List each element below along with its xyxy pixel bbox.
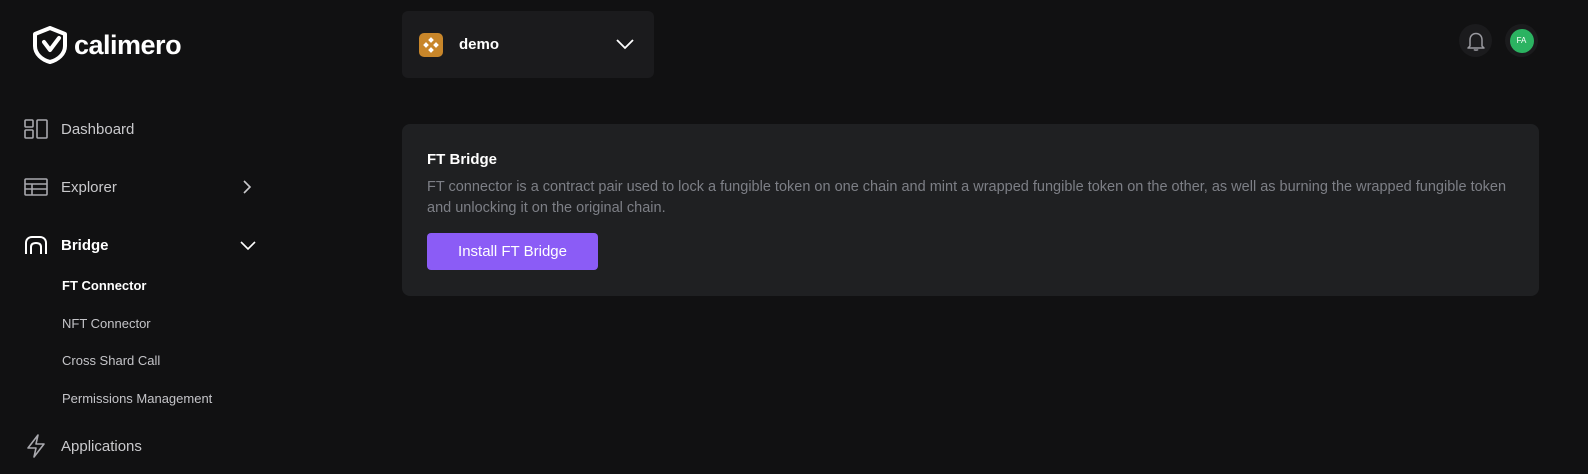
context-selector-value: demo <box>459 36 500 53</box>
brand-logo[interactable]: calimero <box>32 26 182 64</box>
card-description: FT connector is a contract pair used to … <box>427 179 1507 216</box>
sidebar-item-explorer[interactable]: Explorer <box>24 175 117 199</box>
bridge-icon <box>24 233 48 257</box>
bell-icon <box>1466 32 1485 51</box>
chevron-right-icon[interactable] <box>240 180 254 194</box>
install-ft-bridge-button[interactable]: Install FT Bridge <box>427 233 598 270</box>
sidebar-item-dashboard[interactable]: Dashboard <box>24 117 134 141</box>
user-menu-button[interactable]: FA <box>1505 24 1538 57</box>
chevron-down-icon <box>616 39 634 50</box>
sidebar-item-label: Bridge <box>61 236 109 254</box>
sidebar-subitem-ft-connector[interactable]: FT Connector <box>62 278 147 293</box>
sidebar-subitem-permissions-management[interactable]: Permissions Management <box>62 391 212 406</box>
ft-bridge-card: FT Bridge FT connector is a contract pai… <box>402 124 1539 296</box>
sidebar: calimero Dashboard Explorer Bridge FT Co… <box>0 0 290 474</box>
sidebar-item-label: Applications <box>61 437 142 455</box>
shard-logo-icon <box>419 32 443 57</box>
chevron-down-icon[interactable] <box>240 238 256 252</box>
context-selector[interactable]: demo <box>402 11 654 78</box>
avatar: FA <box>1509 28 1534 53</box>
lightning-icon <box>24 434 48 458</box>
sidebar-item-label: Dashboard <box>61 120 135 138</box>
sidebar-subitem-nft-connector[interactable]: NFT Connector <box>62 316 151 331</box>
table-icon <box>24 175 48 199</box>
sidebar-item-applications[interactable]: Applications <box>24 434 142 458</box>
calimero-logo-icon <box>33 26 67 64</box>
sidebar-subitem-cross-shard-call[interactable]: Cross Shard Call <box>62 353 160 368</box>
sidebar-item-bridge[interactable]: Bridge <box>24 233 109 257</box>
dashboard-icon <box>24 117 48 141</box>
notifications-button[interactable] <box>1459 24 1492 57</box>
brand-name: calimero <box>74 29 182 60</box>
card-title: FT Bridge <box>427 151 497 168</box>
sidebar-item-label: Explorer <box>61 178 117 196</box>
